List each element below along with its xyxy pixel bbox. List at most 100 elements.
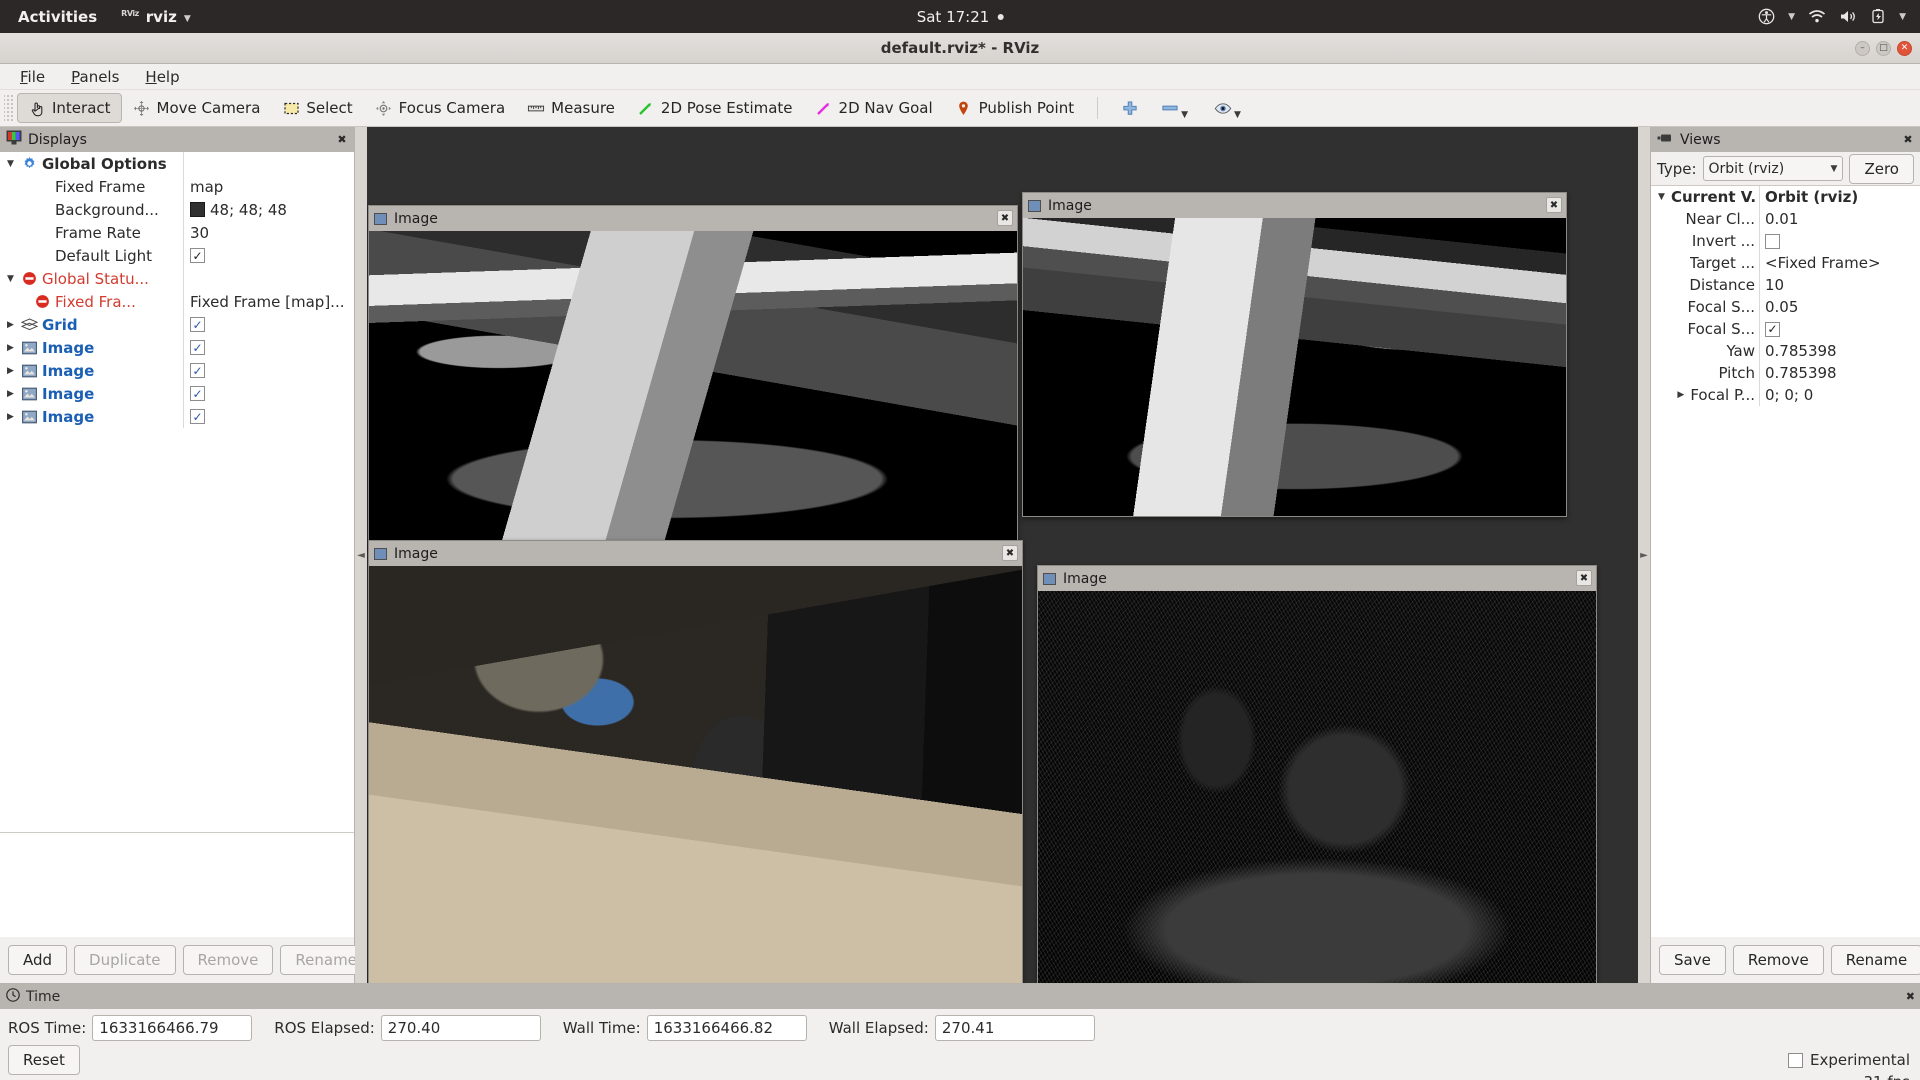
wall-elapsed-field[interactable]: 270.41 <box>934 1015 1095 1041</box>
displays-tree-row-value-cell[interactable]: ✓ <box>183 336 354 359</box>
views-tree-row-value-cell[interactable]: 0.01 <box>1759 208 1920 230</box>
views-tree-row-value-cell[interactable] <box>1759 230 1920 252</box>
image-window-3-titlebar[interactable]: Image ✖ <box>369 541 1022 566</box>
views-value-checkbox[interactable] <box>1765 233 1780 249</box>
displays-tree-row-value-cell[interactable]: ✓ <box>183 313 354 336</box>
menu-panels[interactable]: Panels <box>61 66 129 88</box>
experimental-toggle[interactable]: Experimental <box>1787 1051 1910 1069</box>
image-window-1-close-icon[interactable]: ✖ <box>997 210 1013 226</box>
image-window-3-close-icon[interactable]: ✖ <box>1002 545 1018 561</box>
twisty-closed-icon[interactable] <box>4 320 17 330</box>
displays-enable-checkbox[interactable]: ✓ <box>190 409 205 424</box>
displays-enable-checkbox[interactable]: ✓ <box>190 248 205 263</box>
views-tree-row[interactable]: Distance 10 <box>1651 274 1920 296</box>
system-tray[interactable]: ▼ ▼ <box>1758 8 1906 25</box>
tool-2d-pose-estimate[interactable]: 2D Pose Estimate <box>626 93 804 123</box>
twisty-open-icon[interactable] <box>4 159 17 169</box>
add-button[interactable]: Add <box>8 945 68 975</box>
displays-tree-row-value-cell[interactable]: Fixed Frame [map]... <box>183 290 354 313</box>
views-tree-row[interactable]: Yaw 0.785398 <box>1651 340 1920 362</box>
image-window-3[interactable]: Image ✖ <box>368 540 1023 983</box>
views-properties-tree[interactable]: Current V... Orbit (rviz) Near Cl... 0.01 In… <box>1651 185 1920 937</box>
battery-icon[interactable] <box>1870 9 1886 24</box>
tray-caret-icon[interactable]: ▼ <box>1899 12 1906 22</box>
displays-tree[interactable]: Global Options Fixed Frame map Background..… <box>0 152 354 832</box>
tool-select[interactable]: Select <box>271 93 363 123</box>
menu-file[interactable]: File <box>10 66 55 88</box>
background-color-swatch[interactable] <box>190 202 205 217</box>
experimental-checkbox[interactable] <box>1787 1052 1803 1068</box>
remove-button[interactable]: Remove <box>182 945 274 975</box>
reset-button[interactable]: Reset <box>8 1045 80 1075</box>
views-tree-row[interactable]: Target ... <Fixed Frame> <box>1651 252 1920 274</box>
displays-tree-row[interactable]: Global Options <box>0 152 354 175</box>
right-splitter-handle[interactable]: ► <box>1638 127 1650 983</box>
displays-tree-row-value-cell[interactable]: map <box>183 175 354 198</box>
displays-tree-row[interactable]: Background... 48; 48; 48 <box>0 198 354 221</box>
displays-close-icon[interactable]: ✖ <box>335 133 349 147</box>
views-type-combo[interactable]: Orbit (rviz) ▼ <box>1702 156 1844 181</box>
views-tree-row-value-cell[interactable]: 0.785398 <box>1759 362 1920 384</box>
views-tree-row[interactable]: Focal S... 0.05 <box>1651 296 1920 318</box>
views-tree-row-value-cell[interactable]: 0.785398 <box>1759 340 1920 362</box>
views-tree-row[interactable]: Near Cl... 0.01 <box>1651 208 1920 230</box>
tool-move-camera[interactable]: Move Camera <box>122 93 272 123</box>
image-window-1-titlebar[interactable]: Image ✖ <box>369 206 1017 231</box>
accessibility-icon[interactable] <box>1758 8 1775 25</box>
views-tree-row-value-cell[interactable]: Orbit (rviz) <box>1759 186 1920 208</box>
tool-visibility[interactable]: ▼ <box>1203 93 1256 123</box>
displays-tree-row-value-cell[interactable] <box>183 267 354 290</box>
views-tree-row[interactable]: Invert ... <box>1651 230 1920 252</box>
displays-tree-row-value-cell[interactable]: ✓ <box>183 382 354 405</box>
views-tree-row-value-cell[interactable]: 10 <box>1759 274 1920 296</box>
twisty-closed-icon[interactable] <box>4 412 17 422</box>
image-window-4-close-icon[interactable]: ✖ <box>1576 570 1592 586</box>
toolbar-drag-handle[interactable] <box>4 95 14 121</box>
window-controls[interactable]: – □ ✕ <box>1855 40 1912 56</box>
displays-tree-row[interactable]: Image ✓ <box>0 359 354 382</box>
visibility-caret-icon[interactable]: ▼ <box>1234 110 1241 120</box>
image-window-2[interactable]: Image ✖ <box>1022 192 1567 517</box>
tool-add-display[interactable] <box>1110 93 1150 123</box>
views-tree-row-value-cell[interactable]: 0.05 <box>1759 296 1920 318</box>
displays-tree-row-value-cell[interactable]: ✓ <box>183 405 354 428</box>
displays-enable-checkbox[interactable]: ✓ <box>190 363 205 378</box>
displays-tree-row[interactable]: Image ✓ <box>0 382 354 405</box>
views-remove-button[interactable]: Remove <box>1732 945 1824 975</box>
twisty-closed-icon[interactable] <box>4 343 17 353</box>
views-tree-row[interactable]: Pitch 0.785398 <box>1651 362 1920 384</box>
views-tree-row-value-cell[interactable]: <Fixed Frame> <box>1759 252 1920 274</box>
image-window-2-titlebar[interactable]: Image ✖ <box>1023 193 1566 218</box>
displays-tree-row-value-cell[interactable]: ✓ <box>183 359 354 382</box>
maximize-button[interactable]: □ <box>1876 40 1891 56</box>
views-save-button[interactable]: Save <box>1659 945 1726 975</box>
wall-time-field[interactable]: 1633166466.82 <box>646 1015 807 1041</box>
displays-tree-row-value-cell[interactable] <box>183 152 354 175</box>
views-rename-button[interactable]: Rename <box>1830 945 1920 975</box>
app-menu-button[interactable]: RViz rviz ▼ <box>121 8 191 26</box>
twisty-open-icon[interactable] <box>4 274 17 284</box>
close-button[interactable]: ✕ <box>1897 40 1912 56</box>
displays-enable-checkbox[interactable]: ✓ <box>190 340 205 355</box>
volume-icon[interactable] <box>1839 9 1857 24</box>
displays-tree-row[interactable]: Global Statu... <box>0 267 354 290</box>
displays-tree-row-value-cell[interactable]: 48; 48; 48 <box>183 198 354 221</box>
views-tree-row[interactable]: Current V... Orbit (rviz) <box>1651 186 1920 208</box>
displays-tree-row-value-cell[interactable]: ✓ <box>183 244 354 267</box>
twisty-closed-icon[interactable] <box>4 389 17 399</box>
image-window-2-close-icon[interactable]: ✖ <box>1546 197 1562 213</box>
displays-tree-row[interactable]: Frame Rate 30 <box>0 221 354 244</box>
clock-menu[interactable]: Sat 17:21 <box>917 8 1004 26</box>
remove-caret-icon[interactable]: ▼ <box>1181 110 1188 120</box>
displays-tree-row[interactable]: Fixed Frame map <box>0 175 354 198</box>
displays-tree-row[interactable]: Default Light ✓ <box>0 244 354 267</box>
ros-time-field[interactable]: 1633166466.79 <box>92 1015 253 1041</box>
duplicate-button[interactable]: Duplicate <box>74 945 176 975</box>
ros-elapsed-field[interactable]: 270.40 <box>380 1015 541 1041</box>
left-splitter-handle[interactable]: ◄ <box>355 127 367 983</box>
tool-publish-point[interactable]: Publish Point <box>944 93 1085 123</box>
activities-button[interactable]: Activities <box>18 8 97 26</box>
displays-tree-row[interactable]: Image ✓ <box>0 405 354 428</box>
zero-button[interactable]: Zero <box>1849 153 1914 184</box>
views-tree-row[interactable]: Focal S... ✓ <box>1651 318 1920 340</box>
